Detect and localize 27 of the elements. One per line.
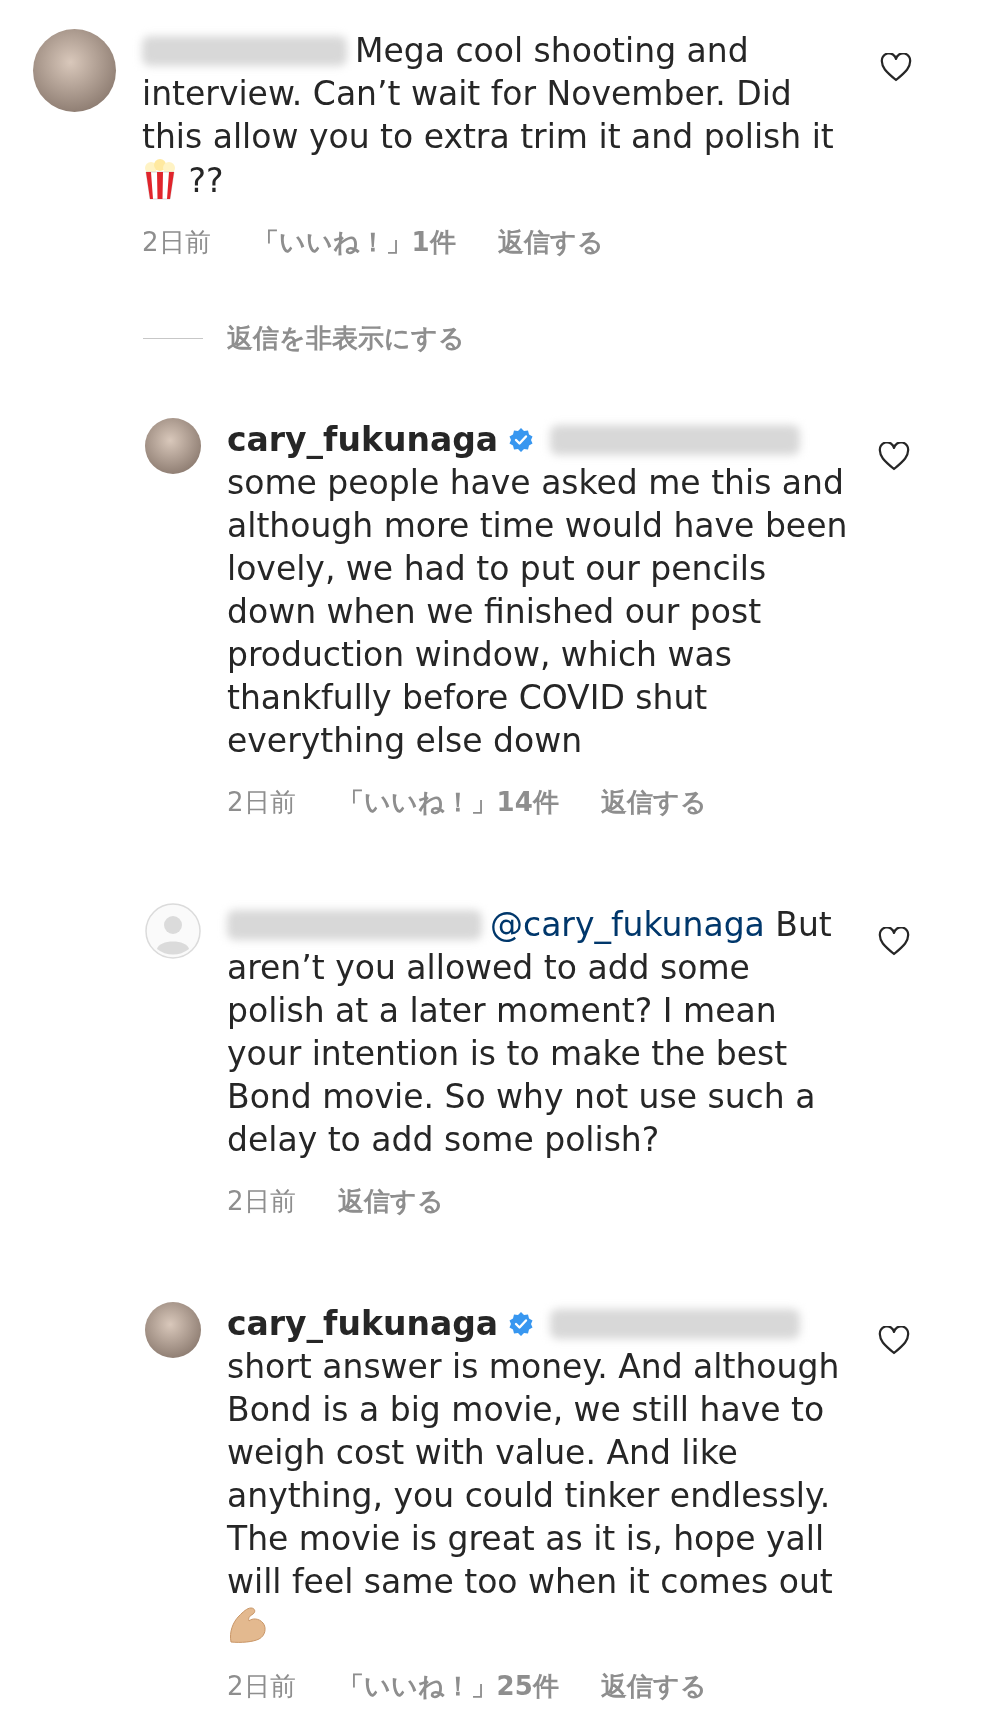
avatar-photo-placeholder[interactable]: [145, 1302, 201, 1358]
reply-link[interactable]: 返信する: [337, 1180, 444, 1223]
like-heart-icon[interactable]: [878, 1326, 910, 1355]
mention-link[interactable]: @cary_fukunaga: [490, 905, 765, 944]
likes-count-link[interactable]: 「いいね！」1件: [252, 221, 456, 264]
username-link[interactable]: cary_fukunaga: [227, 1304, 499, 1343]
likes-count-link[interactable]: 「いいね！」14件: [337, 781, 559, 824]
reply-link[interactable]: 返信する: [600, 1665, 707, 1708]
avatar-photo-placeholder[interactable]: [145, 418, 201, 474]
comment-time: 2日前: [227, 1185, 296, 1218]
hide-replies-link[interactable]: 返信を非表示にする: [227, 317, 465, 360]
comment-time: 2日前: [142, 226, 211, 259]
popcorn-icon: [142, 158, 178, 200]
likes-count-link[interactable]: 「いいね！」25件: [337, 1665, 559, 1708]
like-heart-icon[interactable]: [878, 927, 910, 956]
flexed-arm-icon: [227, 1604, 269, 1644]
reply-link[interactable]: 返信する: [497, 221, 604, 264]
comment-time: 2日前: [227, 1670, 296, 1703]
username-link[interactable]: cary_fukunaga: [227, 420, 499, 459]
reply-link[interactable]: 返信する: [600, 781, 707, 824]
comment-text: Mega cool shooting and interview. Can’t wait for November. Did this allow you to extra trim it and polish it ??: [142, 30, 835, 202]
comment-time: 2日前: [227, 786, 296, 819]
comment-text: short answer is money. And although Bond is a big movie, we still have to weigh cost with value. And like anything, you could tinker endlessly. The movie is great as it is, hope yall will feel same too when it comes out: [227, 1345, 852, 1646]
like-heart-icon[interactable]: [878, 442, 910, 471]
like-heart-icon[interactable]: [880, 53, 912, 82]
comment-text: @cary_fukunaga But aren’t you allowed to add some polish at a later moment? I mean your intention is to make the best Bond movie. So why not use such a delay to add some polish?: [227, 904, 833, 1161]
comment-text: some people have asked me this and although more time would have been lovely, we had to put our pencils down when we finished our post production window, which was thankfully before COVID shut everything else down: [227, 462, 849, 762]
